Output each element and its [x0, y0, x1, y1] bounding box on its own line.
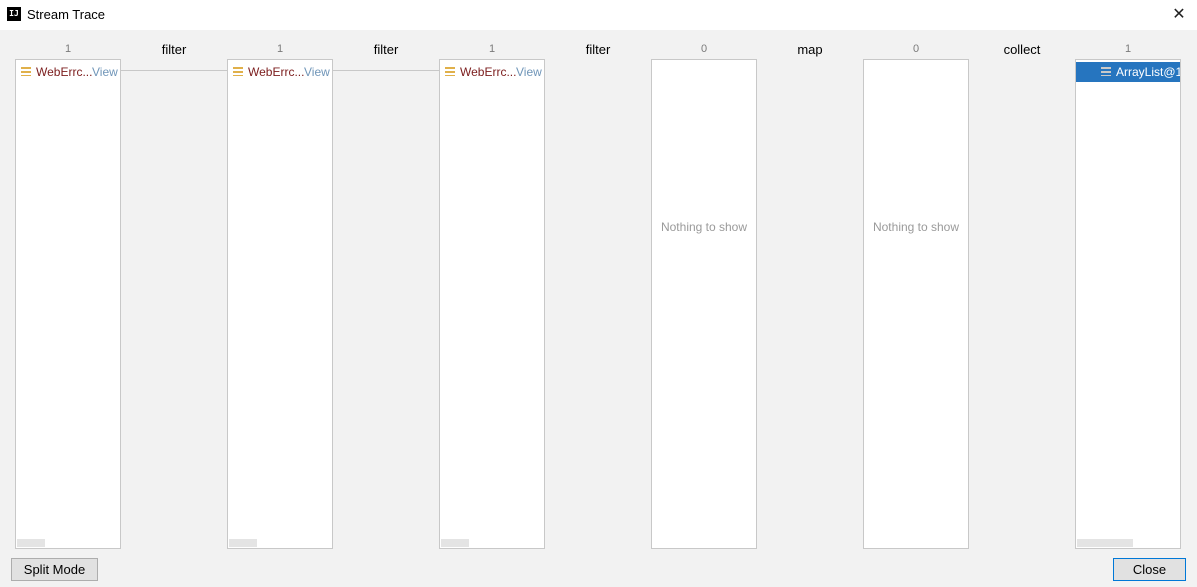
column-count-2: 1 — [276, 43, 284, 55]
trace-item[interactable]: WebErrc... View — [440, 62, 544, 82]
view-link[interactable]: View — [304, 65, 330, 79]
trace-column-1[interactable]: WebErrc... View — [15, 59, 121, 549]
column-count-3: 1 — [488, 43, 496, 55]
operation-label-filter-2: filter — [373, 42, 399, 57]
split-mode-button[interactable]: Split Mode — [11, 558, 98, 581]
horizontal-scrollbar[interactable] — [17, 539, 45, 547]
list-icon — [1101, 66, 1111, 76]
trace-column-3[interactable]: WebErrc... View — [439, 59, 545, 549]
intellij-icon: IJ — [7, 7, 21, 21]
trace-column-2[interactable]: WebErrc... View — [227, 59, 333, 549]
trace-item-label: ArrayList@1 — [1116, 65, 1180, 79]
operation-label-filter-3: filter — [585, 42, 611, 57]
close-button[interactable]: Close — [1113, 558, 1186, 581]
window-title: Stream Trace — [27, 7, 106, 22]
operation-label-collect: collect — [1003, 42, 1041, 57]
empty-message: Nothing to show — [660, 220, 748, 234]
column-count-5: 0 — [912, 43, 920, 55]
connector-line — [121, 70, 227, 71]
column-count-6: 1 — [1124, 43, 1132, 55]
trace-item-label: WebErrc... — [36, 65, 93, 79]
view-link[interactable]: View — [516, 65, 542, 79]
view-link[interactable]: View — [92, 65, 118, 79]
operation-label-map: map — [797, 42, 823, 57]
column-count-1: 1 — [64, 43, 72, 55]
trace-column-4[interactable]: Nothing to show — [651, 59, 757, 549]
title-bar: IJ Stream Trace ✕ — [0, 0, 1197, 30]
trace-column-6[interactable]: ArrayList@1 — [1075, 59, 1181, 549]
trace-item[interactable]: WebErrc... View — [228, 62, 332, 82]
list-icon — [445, 66, 455, 76]
trace-item-label: WebErrc... — [248, 65, 305, 79]
empty-message: Nothing to show — [872, 220, 960, 234]
list-icon — [21, 66, 31, 76]
trace-item-selected[interactable]: ArrayList@1 — [1076, 62, 1180, 82]
trace-item-label: WebErrc... — [460, 65, 517, 79]
horizontal-scrollbar[interactable] — [441, 539, 469, 547]
list-icon — [233, 66, 243, 76]
operation-label-filter-1: filter — [161, 42, 187, 57]
column-count-4: 0 — [700, 43, 708, 55]
horizontal-scrollbar[interactable] — [1077, 539, 1133, 547]
trace-column-5[interactable]: Nothing to show — [863, 59, 969, 549]
horizontal-scrollbar[interactable] — [229, 539, 257, 547]
close-icon[interactable]: ✕ — [1169, 5, 1189, 25]
trace-item[interactable]: WebErrc... View — [16, 62, 120, 82]
connector-line — [333, 70, 439, 71]
